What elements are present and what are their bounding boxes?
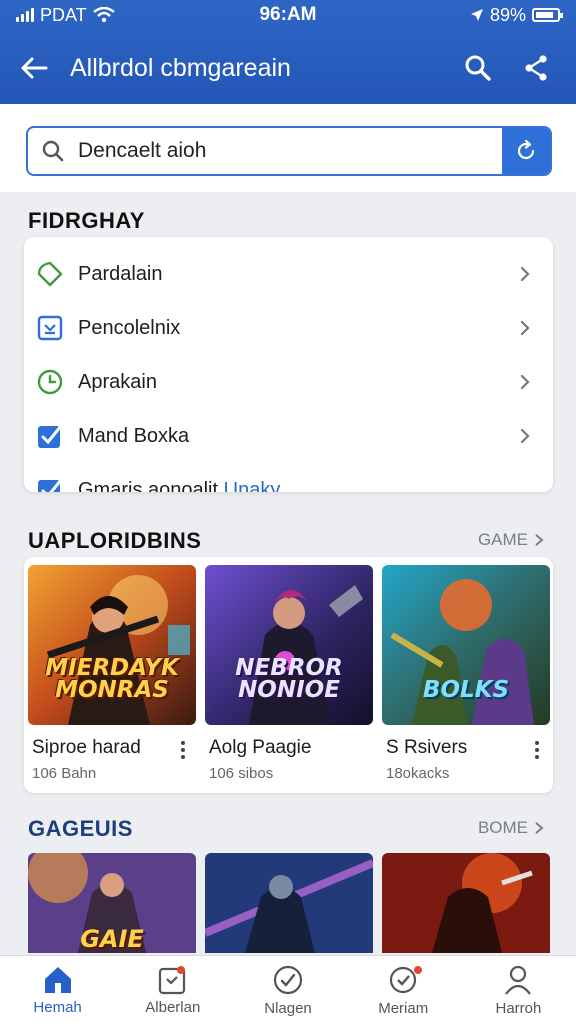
more-options-icon[interactable] [180,741,186,759]
game-meta: 106 Bahn [32,765,97,782]
game-logo: MIERDAYK MONRAS [45,655,179,703]
nav-badges[interactable]: Meriam [346,956,461,1024]
calendar-icon [36,314,64,342]
list-item-label: Gmaris aonoalit Unaky [78,479,535,493]
game-title: S Rsivers [386,737,468,758]
list-item-label: Pardalain [78,262,163,285]
list-item[interactable]: Gmaris aonoalit Unaky [24,463,553,492]
section-title: FIDRGHAY [28,208,145,233]
checkbox-icon [36,476,64,492]
search-bar [26,126,552,176]
search-icon [42,140,64,162]
search-area [0,104,576,192]
game-thumbnail[interactable] [205,853,373,953]
list-item[interactable]: Aprakain [24,355,553,409]
game-thumbnail[interactable]: MIERDAYK MONRAS [28,565,196,725]
game-logo: NEBROR NONIOE [235,655,343,703]
see-more-link[interactable]: BOME [478,818,544,838]
back-button[interactable] [20,56,48,80]
page-title: Allbrdol cbmgareain [70,53,291,82]
nav-profile[interactable]: Harroh [461,956,576,1024]
game-thumbnail[interactable] [382,853,550,953]
list-item[interactable]: Pardalain [24,247,553,301]
chevron-right-icon [515,266,535,282]
games-card: MIERDAYK MONRAS Siproe harad 106 Bahn NE… [24,557,553,793]
compass-icon [273,965,303,994]
list-item-accent: Unaky [223,478,281,493]
nav-home[interactable]: Hemah [0,956,115,1024]
notification-badge [413,966,422,974]
refresh-icon [517,139,535,160]
section-title: GAGEUIS [28,816,133,841]
game-meta: 18okacks [386,765,450,782]
game-meta: 106 sibos [209,765,274,782]
game-tile[interactable]: NEBROR NONIOE Aolg Paagie 106 sibos [205,565,373,782]
game-tile[interactable]: MIERDAYK MONRAS Siproe harad 106 Bahn [28,565,196,782]
nav-label: Hemah [33,998,82,1016]
chevron-right-icon [535,534,544,546]
nav-label: Harroh [495,999,542,1017]
checkbox-icon [36,422,64,450]
list-item-label: Aprakain [78,370,157,393]
game-thumbnail[interactable]: BOLKS [382,565,550,725]
nav-label: Alberlan [145,998,201,1016]
search-icon [465,55,491,81]
chevron-right-icon [515,320,535,336]
game-thumbnail[interactable]: NEBROR NONIOE [205,565,373,725]
share-icon [525,55,547,81]
see-more-link[interactable]: GAME [478,530,544,550]
nav-explore[interactable]: Nlagen [230,956,345,1024]
section-title: UAPLORIDBINS [28,528,202,553]
arrow-left-icon [21,57,48,79]
list-item-label: Mand Boxka [78,424,190,447]
nav-cards[interactable]: Alberlan [115,956,230,1024]
home-icon [44,966,71,993]
top-bar: PDAT 96:AM 89% Allbrdol cbmgareain [0,0,576,104]
list-item[interactable]: Pencolelnix [24,301,553,355]
menu-list: Pardalain Pencolelnix Aprakain Mand Boxk… [24,237,553,492]
person-icon [505,965,532,995]
list-item[interactable]: Mand Boxka [24,409,553,463]
game-logo: BOLKS [422,677,510,703]
nav-label: Meriam [378,999,429,1017]
battery-icon [532,8,563,22]
list-item-label: Pencolelnix [78,316,181,339]
see-more-label: BOME [477,818,528,837]
chevron-right-icon [515,374,535,390]
game-title: Aolg Paagie [209,737,312,758]
more-options-icon[interactable] [534,741,540,759]
game-thumbnail[interactable]: GAIE [28,853,196,953]
list-item-text: Gmaris aonoalit [78,478,219,493]
chevron-right-icon [535,822,544,834]
clock: 96:AM [259,4,317,25]
status-bar: PDAT 96:AM 89% [0,0,576,30]
app-bar: Allbrdol cbmgareain [0,36,576,100]
game-logo: GAIE [80,925,144,953]
game-tile[interactable]: BOLKS S Rsivers 18okacks [382,565,550,782]
bottom-navigation: Hemah Alberlan Nlagen Meriam Harroh [0,955,576,1024]
search-button[interactable] [458,48,498,88]
nav-label: Nlagen [264,999,312,1017]
game-title: Siproe harad [32,737,141,758]
search-input[interactable] [78,139,502,163]
clock-icon [36,368,64,396]
see-more-label: GAME [477,530,528,549]
share-button[interactable] [516,48,556,88]
chevron-right-icon [515,428,535,444]
refresh-button[interactable] [502,128,550,174]
tag-icon [36,260,64,288]
